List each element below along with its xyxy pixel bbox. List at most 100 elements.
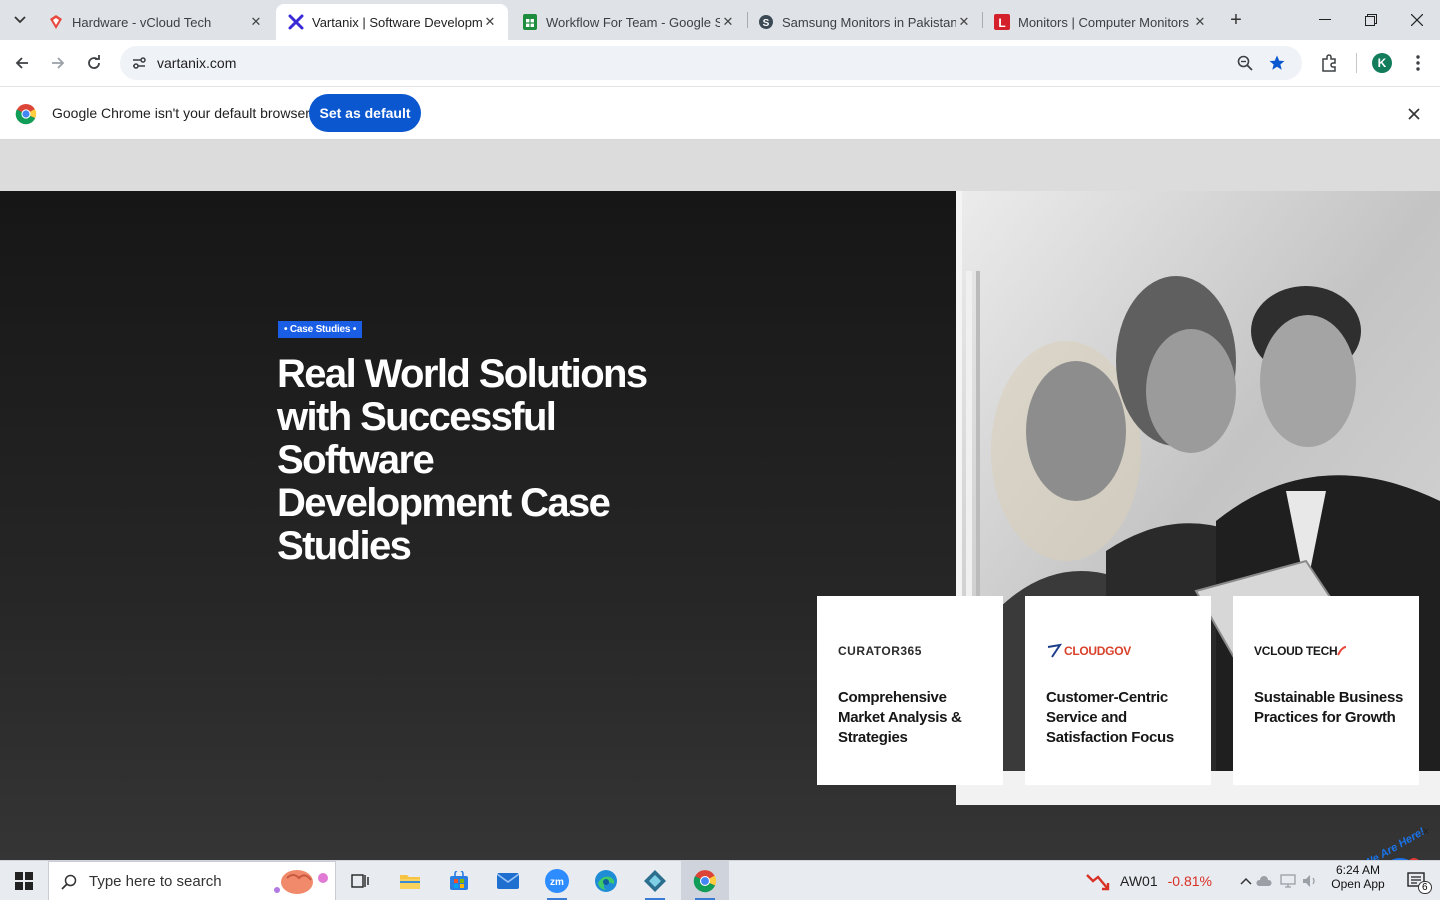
new-tab-button[interactable]: +: [1224, 8, 1248, 32]
curator365-logo: CURATOR365: [838, 644, 922, 658]
task-view-icon: [351, 874, 369, 888]
tab-title: Workflow For Team - Google Sheets: [546, 14, 720, 30]
tab-samsung-monitors[interactable]: S Samsung Monitors in Pakistan | Compute…: [746, 4, 982, 40]
chrome-logo-icon: [15, 104, 37, 125]
back-arrow-icon: [15, 57, 28, 69]
svg-text:zm: zm: [550, 877, 564, 888]
infobar-message: Google Chrome isn't your default browser: [52, 105, 310, 121]
stock-widget[interactable]: AW01 -0.81%: [1086, 861, 1212, 900]
file-explorer-button[interactable]: [386, 861, 434, 900]
google-sheets-icon: [522, 14, 538, 30]
default-browser-infobar: Google Chrome isn't your default browser…: [0, 86, 1440, 140]
system-clock[interactable]: 6:24 AM Open App: [1328, 863, 1388, 899]
case-study-card-cloudgov[interactable]: CLOUDGOV Customer-Centric Service and Sa…: [1025, 596, 1211, 785]
case-study-card-vcloud[interactable]: VCLOUD TECH Sustainable Business Practic…: [1233, 596, 1419, 785]
diamond-app-icon: [644, 870, 666, 892]
clock-time: 6:24 AM: [1335, 863, 1381, 877]
close-icon[interactable]: ✕: [1192, 14, 1208, 30]
extensions-puzzle-icon[interactable]: [1316, 50, 1342, 76]
cloudgov-logo-text: CLOUDGOV: [1064, 644, 1131, 658]
stock-symbol: AW01: [1120, 873, 1158, 889]
minimize-button[interactable]: [1302, 0, 1348, 40]
toolbar-divider: [1356, 53, 1357, 73]
tab-hardware-vcloud[interactable]: Hardware - vCloud Tech ✕: [36, 4, 274, 40]
chrome-menu-icon[interactable]: [1406, 50, 1430, 76]
edge-icon: [595, 870, 617, 892]
vcloud-swoosh-icon: [1337, 646, 1347, 656]
samsung-favicon-icon: S: [758, 14, 774, 30]
close-icon[interactable]: ✕: [482, 14, 498, 30]
close-window-button[interactable]: [1394, 0, 1440, 40]
tab-strip: Hardware - vCloud Tech ✕ Vartanix | Soft…: [0, 0, 1440, 40]
windows-logo-icon: [15, 872, 33, 890]
bookmark-star-icon[interactable]: [1266, 52, 1288, 74]
search-highlight-brain-icon: [274, 870, 328, 894]
close-icon[interactable]: ✕: [248, 14, 264, 30]
store-icon: [450, 871, 468, 890]
card-text: Comprehensive Market Analysis & Strategi…: [838, 689, 962, 746]
taskbar-search[interactable]: Type here to search: [48, 861, 336, 900]
tab-title: Monitors | Computer Monitors: [1018, 14, 1189, 30]
reload-icon: [88, 55, 100, 69]
infobar-close-icon[interactable]: [1404, 104, 1424, 124]
show-hidden-icons-button[interactable]: [1238, 861, 1254, 900]
url-text[interactable]: vartanix.com: [157, 55, 236, 71]
svg-text:S: S: [763, 18, 770, 29]
tab-title: Hardware - vCloud Tech: [72, 14, 212, 30]
edge-button[interactable]: [582, 861, 630, 900]
task-view-button[interactable]: [336, 861, 384, 900]
search-icon: [59, 872, 79, 892]
chrome-icon: [693, 870, 717, 893]
mail-button[interactable]: [484, 861, 532, 900]
case-studies-badge: • Case Studies •: [278, 321, 363, 338]
back-button[interactable]: [7, 48, 37, 78]
hero-title: Real World Solutions with Successful Sof…: [277, 352, 648, 568]
onedrive-icon[interactable]: [1256, 873, 1272, 889]
zoom-icon[interactable]: [1234, 52, 1256, 74]
app-diamond-button[interactable]: [631, 861, 679, 900]
tab-monitors[interactable]: L Monitors | Computer Monitors ✕: [982, 4, 1218, 40]
clock-subtext: Open App: [1331, 877, 1385, 891]
address-bar[interactable]: vartanix.com: [120, 46, 1302, 80]
set-as-default-button[interactable]: Set as default: [309, 94, 421, 132]
profile-avatar[interactable]: K: [1372, 53, 1392, 73]
chevron-down-icon: [14, 16, 26, 24]
minimize-icon: [1319, 19, 1331, 20]
cloudgov-logo: CLOUDGOV: [1046, 638, 1131, 664]
card-text: Customer-Centric Service and Satisfactio…: [1046, 689, 1174, 746]
chrome-taskbar-button[interactable]: [681, 861, 729, 900]
network-icon[interactable]: [1280, 873, 1296, 889]
restore-button[interactable]: [1348, 0, 1394, 40]
vartanix-favicon-icon: [288, 14, 304, 30]
forward-arrow-icon: [52, 57, 65, 69]
tab-title: Samsung Monitors in Pakistan | Computer: [782, 14, 956, 30]
reload-button[interactable]: [79, 48, 109, 78]
site-info-icon[interactable]: [128, 52, 150, 74]
tab-search-button[interactable]: [8, 8, 32, 32]
zoom-app-button[interactable]: zm: [533, 861, 581, 900]
l-favicon-icon: L: [994, 14, 1010, 30]
vcloud-logo-text: VCLOUD TECH: [1254, 644, 1338, 658]
microsoft-store-button[interactable]: [435, 861, 483, 900]
tab-vartanix[interactable]: Vartanix | Software Development ✕: [276, 4, 508, 40]
notification-center-button[interactable]: 6: [1396, 861, 1436, 900]
notification-count: 6: [1418, 881, 1432, 894]
close-icon[interactable]: ✕: [720, 14, 736, 30]
chat-label: We Are Here!: [1361, 825, 1427, 860]
browser-toolbar: vartanix.com K: [0, 40, 1440, 86]
windows-taskbar: Type here to search zm AW01 -0.81% 6:24 …: [0, 860, 1440, 900]
start-button[interactable]: [0, 861, 48, 900]
tab-google-sheets[interactable]: Workflow For Team - Google Sheets ✕: [510, 4, 746, 40]
hero-section: • Case Studies • Real World Solutions wi…: [0, 191, 1440, 860]
cloudgov-mark-icon: [1047, 643, 1062, 658]
zoom-app-icon: zm: [545, 869, 569, 893]
case-study-card-curator[interactable]: CURATOR365 Comprehensive Market Analysis…: [817, 596, 1003, 785]
close-icon[interactable]: ✕: [956, 14, 972, 30]
svg-text:L: L: [998, 16, 1005, 30]
volume-icon[interactable]: [1302, 873, 1318, 889]
mail-icon: [497, 873, 519, 889]
card-text: Sustainable Business Practices for Growt…: [1254, 689, 1404, 726]
folder-icon: [400, 875, 420, 889]
chat-widget[interactable]: We Are Here! 1: [1352, 826, 1438, 860]
forward-button[interactable]: [43, 48, 73, 78]
